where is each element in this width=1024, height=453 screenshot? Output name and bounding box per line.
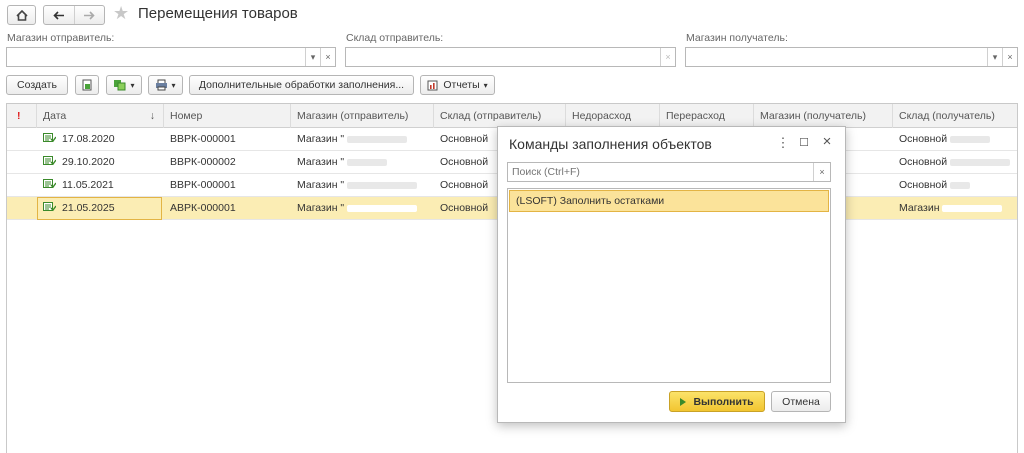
clear-icon[interactable]: ×	[660, 48, 675, 66]
posted-document-icon	[43, 156, 56, 166]
row-number-cell: ВВРК-000002	[170, 156, 236, 168]
sort-desc-icon: ↓	[149, 110, 155, 122]
row-warehouse-receiver-cell: Основной	[893, 151, 1011, 174]
play-icon	[680, 397, 687, 406]
chevron-down-icon: ▾	[483, 80, 488, 90]
reports-label: Отчеты	[443, 79, 480, 91]
column-store-sender[interactable]: Магазин (отправитель)	[291, 104, 434, 128]
row-date-cell: 17.08.2020	[37, 128, 115, 151]
chevron-down-icon: ▾	[171, 80, 176, 90]
chevron-down-icon: ▾	[130, 80, 135, 90]
row-warehouse-receiver-cell: Магазин	[893, 197, 1003, 220]
reports-button[interactable]: Отчеты ▾	[420, 75, 495, 95]
run-button[interactable]: Выполнить	[669, 391, 765, 412]
row-warehouse-receiver-cell: Основной	[893, 128, 991, 151]
row-warehouse-sender-cell: Основной	[440, 156, 489, 168]
maximize-icon[interactable]: ☐	[797, 136, 811, 149]
row-date-cell: 29.10.2020	[37, 151, 115, 174]
row-number-cell: ВВРК-000001	[170, 133, 236, 145]
column-date[interactable]: Дата ↓	[37, 104, 164, 128]
column-date-label: Дата	[43, 110, 67, 122]
row-warehouse-sender-cell: Основной	[440, 133, 489, 145]
printer-icon	[156, 79, 168, 91]
row-number-cell: ВВРК-000001	[170, 179, 236, 191]
print-button[interactable]: ▾	[148, 75, 183, 95]
row-date-cell: 21.05.2025	[37, 197, 115, 220]
dropdown-arrow-icon[interactable]: ▾	[987, 48, 1002, 66]
related-documents-button[interactable]: ▾	[106, 75, 142, 95]
cancel-button[interactable]: Отмена	[771, 391, 831, 412]
clear-icon[interactable]: ×	[320, 48, 335, 66]
sender-store-label: Магазин отправитель:	[7, 32, 115, 44]
row-warehouse-receiver-cell: Основной	[893, 174, 971, 197]
column-overage[interactable]: Перерасход	[660, 104, 754, 128]
column-number[interactable]: Номер	[164, 104, 291, 128]
commands-list: (LSOFT) Заполнить остатками	[507, 188, 831, 383]
clear-icon[interactable]: ×	[813, 163, 830, 181]
row-store-sender-cell: Магазин "	[291, 151, 388, 174]
run-button-label: Выполнить	[693, 395, 754, 408]
sender-warehouse-label: Склад отправитель:	[346, 32, 444, 44]
arrow-right-icon	[84, 10, 95, 20]
receiver-store-label: Магазин получатель:	[686, 32, 788, 44]
column-flag[interactable]: !	[7, 104, 37, 128]
table-header: ! Дата ↓ Номер Магазин (отправитель) Скл…	[7, 104, 1017, 128]
favorite-star-icon[interactable]: ★	[113, 3, 129, 24]
column-warehouse-receiver[interactable]: Склад (получатель)	[893, 104, 1019, 128]
column-warehouse-sender[interactable]: Склад (отправитель)	[434, 104, 566, 128]
row-warehouse-sender-cell: Основной	[440, 202, 489, 214]
row-warehouse-sender-cell: Основной	[440, 179, 489, 191]
home-button[interactable]	[7, 5, 36, 25]
row-store-sender-cell: Магазин "	[291, 174, 418, 197]
history-nav	[43, 5, 105, 25]
posted-document-icon	[43, 202, 56, 212]
fill-commands-dialog: Команды заполнения объектов ⋮ ☐ × × (LSO…	[497, 126, 846, 423]
create-button[interactable]: Создать	[6, 75, 68, 95]
receiver-store-field[interactable]: ▾ ×	[685, 47, 1018, 67]
arrow-left-icon	[53, 10, 64, 20]
close-icon[interactable]: ×	[820, 133, 834, 150]
column-shortage[interactable]: Недорасход	[566, 104, 660, 128]
linked-documents-icon	[114, 80, 126, 91]
posted-document-icon	[43, 179, 56, 189]
dialog-title: Команды заполнения объектов	[509, 136, 712, 152]
sender-warehouse-field[interactable]: ×	[345, 47, 676, 67]
posted-document-icon	[43, 133, 56, 143]
report-icon	[427, 80, 438, 90]
row-store-sender-cell: Магазин "	[291, 128, 408, 151]
forward-button[interactable]	[73, 6, 105, 24]
dialog-search-field: ×	[507, 162, 831, 182]
column-store-receiver[interactable]: Магазин (получатель)	[754, 104, 893, 128]
list-item[interactable]: (LSOFT) Заполнить остатками	[509, 190, 829, 212]
clear-icon[interactable]: ×	[1002, 48, 1017, 66]
copy-document-icon	[82, 79, 92, 91]
copy-button[interactable]	[75, 75, 99, 95]
row-number-cell: АВРК-000001	[170, 202, 236, 214]
sender-store-field[interactable]: ▾ ×	[6, 47, 336, 67]
page-title: Перемещения товаров	[138, 5, 298, 22]
back-button[interactable]	[44, 6, 74, 24]
fill-processing-button[interactable]: Дополнительные обработки заполнения...	[189, 75, 414, 95]
row-store-sender-cell: Магазин "	[291, 197, 418, 220]
more-actions-icon[interactable]: ⋮	[776, 135, 790, 151]
dropdown-arrow-icon[interactable]: ▾	[305, 48, 320, 66]
dialog-search-input[interactable]	[508, 163, 808, 181]
row-date-cell: 11.05.2021	[37, 174, 114, 197]
home-icon	[15, 9, 28, 21]
